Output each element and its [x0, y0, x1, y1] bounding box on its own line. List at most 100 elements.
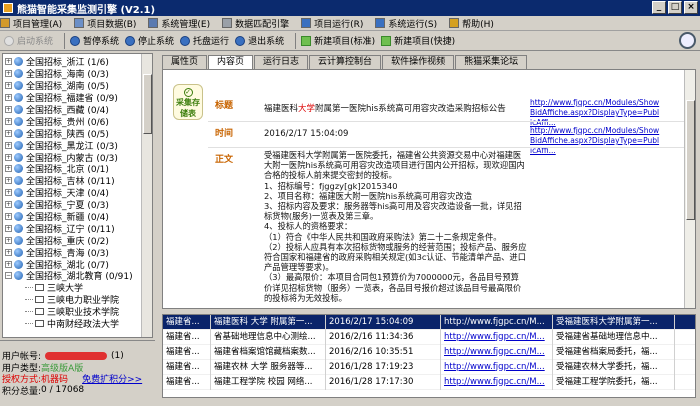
tree-item[interactable]: + 全国招标_陕西 (0/5)	[5, 127, 152, 140]
globe-icon	[14, 152, 23, 162]
menu-item-3[interactable]: 数据匹配引擎	[222, 17, 289, 30]
globe-icon	[14, 105, 23, 114]
tree-subitem[interactable]: 中南财经政法大学	[5, 318, 152, 330]
expand-icon[interactable]: +	[5, 177, 12, 185]
expand-icon[interactable]: +	[5, 189, 12, 197]
expand-icon[interactable]: +	[5, 248, 12, 256]
tree-item[interactable]: + 全国招标_吉林 (0/11)	[5, 175, 152, 187]
globe-icon	[14, 81, 23, 91]
expand-icon[interactable]: +	[5, 224, 12, 232]
expand-icon[interactable]: +	[5, 106, 12, 113]
tree-item[interactable]: + 全国招标_海南 (0/3)	[5, 68, 152, 80]
tree-scrollbar[interactable]	[141, 54, 152, 337]
expand-icon[interactable]: +	[5, 117, 12, 125]
expand-icon[interactable]: +	[5, 141, 12, 149]
globe-icon	[14, 212, 23, 222]
body-paragraph: （3）最高限价：本项目合同包1预算价为7000000元，各品目号预算价详见招标货…	[264, 272, 522, 303]
expand-icon[interactable]: +	[5, 201, 12, 209]
tree-subitem[interactable]: 三峡电力职业学院	[5, 294, 152, 306]
expand-icon[interactable]: +	[5, 153, 12, 161]
tab-5[interactable]: 熊猫采集论坛	[455, 55, 528, 69]
new-project-standard-button[interactable]: 新建项目(标准)	[301, 32, 375, 50]
exit-system-button[interactable]: 退出系统	[235, 32, 284, 50]
tree-item[interactable]: + 全国招标_黑龙江 (0/3)	[5, 139, 152, 152]
menu-item-0[interactable]: 项目管理(A)	[0, 17, 62, 30]
record-row[interactable]: 福建省... 福建省档案馆馆藏档案数... 2016/2/16 10:35:51 ht…	[163, 344, 695, 360]
tree-item[interactable]: + 全国招标_浙江 (1/6)	[5, 56, 152, 68]
tree-item[interactable]: + 全国招标_湖南 (0/5)	[5, 80, 152, 92]
tree-item[interactable]: + 全国招标_湖北 (0/7)	[5, 258, 152, 271]
expand-icon[interactable]: +	[5, 129, 12, 137]
expand-icon[interactable]: +	[5, 213, 12, 221]
data-icon	[74, 18, 85, 28]
maximize-button[interactable]: □	[668, 1, 682, 14]
record-cell: http://www.fjgpc.cn/M...	[441, 359, 553, 375]
pause-icon	[70, 35, 81, 46]
expand-icon[interactable]: +	[5, 94, 12, 102]
expand-icon[interactable]: +	[5, 70, 12, 78]
points-value: 0 / 17068	[41, 385, 85, 396]
tree-item[interactable]: + 全国招标_内蒙古 (0/3)	[5, 151, 152, 164]
record-row[interactable]: 福建省... 省基础地理信息中心测绘... 2016/2/16 11:34:36 ht…	[163, 329, 695, 345]
tree-item[interactable]: − 全国招标_湖北教育 (0/91)	[5, 270, 152, 282]
expand-icon[interactable]: +	[5, 260, 12, 268]
menu-item-2[interactable]: 系统管理(E)	[148, 17, 210, 30]
pause-system-button[interactable]: 暂停系统	[70, 32, 119, 50]
menu-bar: 项目管理(A) 项目数据(B) 系统管理(E) 数据匹配引擎 项目运行(R) 系统运行(S…	[0, 16, 700, 31]
menu-item-6[interactable]: 帮助(H)	[449, 17, 494, 30]
tree-scrollbar-thumb[interactable]	[143, 74, 152, 134]
tree-connector	[25, 311, 33, 313]
tree-item[interactable]: + 全国招标_重庆 (0/2)	[5, 234, 152, 247]
tab-2[interactable]: 运行日志	[254, 55, 309, 69]
tree-item[interactable]: + 全国招标_辽宁 (0/11)	[5, 222, 152, 235]
start-system-button[interactable]: 启动系统	[4, 32, 53, 50]
tree-item[interactable]: + 全国招标_青海 (0/3)	[5, 246, 152, 259]
globe-icon	[14, 259, 23, 269]
menu-item-5[interactable]: 系统运行(S)	[375, 17, 437, 30]
record-cell: 2016/1/28 17:19:23	[326, 359, 441, 375]
expand-icon[interactable]: +	[5, 236, 12, 244]
tree-item[interactable]: + 全国招标_西藏 (0/4)	[5, 104, 152, 116]
tab-3[interactable]: 云计算控制台	[309, 55, 382, 69]
new-project-quick-button[interactable]: 新建项目(快捷)	[381, 32, 455, 50]
source-link-top[interactable]: http://www.fjgpc.cn/Modules/ShowBidAffic…	[530, 98, 660, 128]
record-row[interactable]: 福建省... 福建医科 大学 附属第一... 2016/2/17 15:04:09 h…	[163, 315, 695, 330]
minimize-button[interactable]: _	[652, 1, 666, 14]
tree-item[interactable]: + 全国招标_天津 (0/4)	[5, 187, 152, 199]
window-controls: _ □ ×	[652, 1, 698, 14]
close-button[interactable]: ×	[684, 1, 698, 14]
tree-item[interactable]: + 全国招标_新疆 (0/4)	[5, 211, 152, 223]
collapse-icon[interactable]: −	[5, 272, 12, 280]
refresh-icon[interactable]	[679, 32, 696, 49]
menu-item-1[interactable]: 项目数据(B)	[74, 17, 136, 30]
play-icon	[4, 35, 14, 46]
body-paragraph: 3、招标内容及要求：服务器等his高可用及容灾改造设备一批，详见招标货物(服务)…	[264, 201, 522, 222]
tree-subitem[interactable]: 三峡大学	[5, 282, 152, 294]
expand-icon[interactable]: +	[5, 82, 12, 90]
content-scrollbar[interactable]	[684, 70, 695, 308]
tree-item[interactable]: + 全国招标_贵州 (0/6)	[5, 115, 152, 128]
tray-run-button[interactable]: 托盘运行	[180, 32, 229, 50]
menu-item-4[interactable]: 项目运行(R)	[301, 17, 363, 30]
stop-system-button[interactable]: 停止系统	[125, 32, 174, 50]
tab-0[interactable]: 属性页	[162, 55, 208, 69]
divider	[0, 340, 155, 341]
tree-item[interactable]: + 全国招标_北京 (0/1)	[5, 163, 152, 175]
expand-icon[interactable]: +	[5, 165, 12, 173]
tab-4[interactable]: 软件操作视频	[382, 55, 455, 69]
content-scrollbar-thumb[interactable]	[686, 100, 695, 220]
tree-item[interactable]: + 全国招标_福建省 (0/9)	[5, 92, 152, 104]
globe-icon	[14, 200, 23, 210]
source-link-bottom[interactable]: http://www.fjgpc.cn/Modules/ShowBidAffic…	[530, 126, 660, 156]
tree-item[interactable]: + 全国招标_宁夏 (0/3)	[5, 199, 152, 211]
free-points-link[interactable]: 免费扩积分>>	[82, 372, 142, 385]
record-cell: 2016/1/28 17:17:30	[326, 374, 441, 390]
page-icon	[35, 320, 44, 328]
new-project-quick-icon	[381, 35, 392, 46]
tree-subitem[interactable]: 三峡职业技术学院	[5, 306, 152, 318]
record-row[interactable]: 福建省... 福建工程学院 校园 网络... 2016/1/28 17:17:30 h…	[163, 374, 695, 390]
record-row[interactable]: 福建省... 福建农林 大学 服务器等... 2016/1/28 17:19:23 h…	[163, 359, 695, 375]
expand-icon[interactable]: +	[5, 58, 12, 66]
tab-1[interactable]: 内容页	[208, 55, 254, 70]
tray-icon	[180, 35, 191, 46]
